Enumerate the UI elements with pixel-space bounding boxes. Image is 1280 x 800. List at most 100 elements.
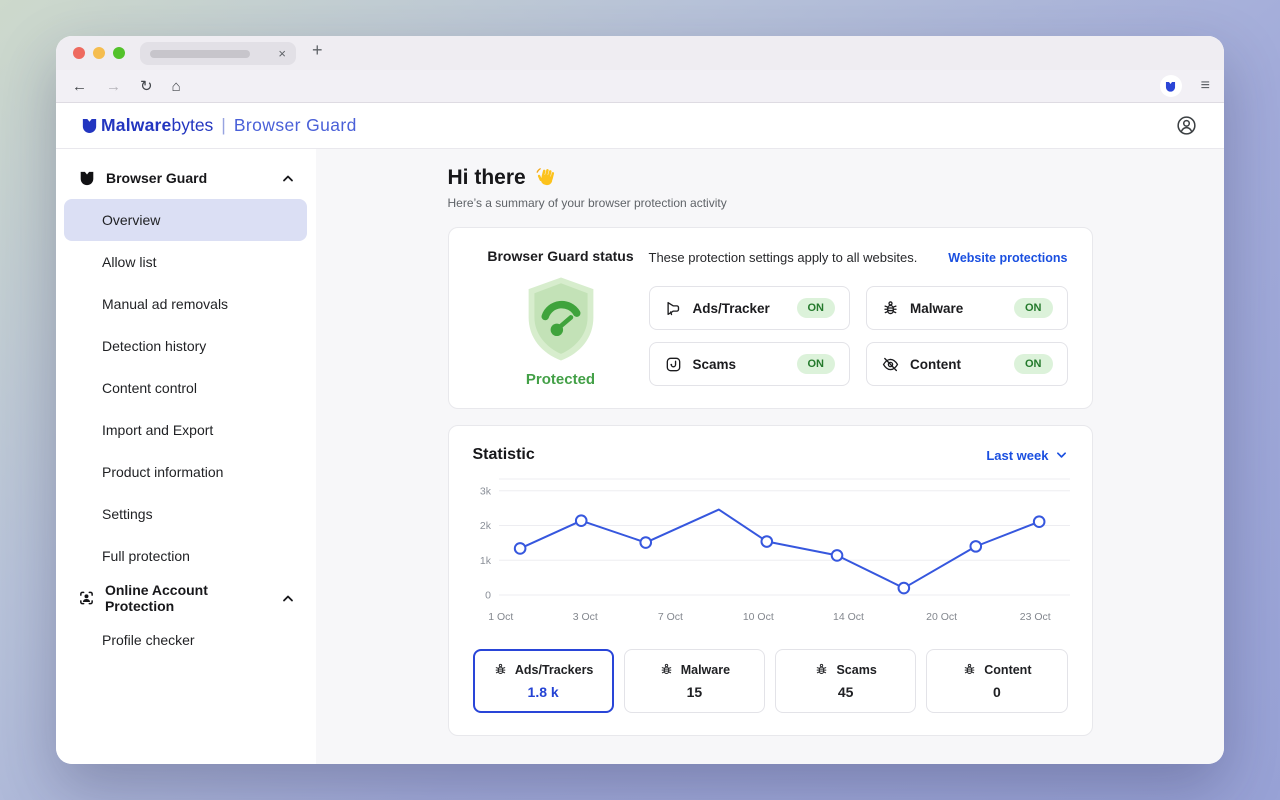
tile-label: Scams xyxy=(693,357,737,372)
sidebar-item-allow-list[interactable]: Allow list xyxy=(64,241,307,283)
range-dropdown[interactable]: Last week xyxy=(986,448,1067,463)
tile-scams[interactable]: Scams ON xyxy=(649,342,851,386)
chevron-down-icon xyxy=(1055,450,1068,461)
new-tab-button[interactable]: + xyxy=(312,40,323,61)
browser-window: × + ← → ↻ ⌂ ≡ Malwarebytes | Browser Gua… xyxy=(56,36,1224,764)
chevron-up-icon xyxy=(281,592,295,604)
chart-y-tick: 3k xyxy=(479,485,491,497)
bug-icon xyxy=(814,662,829,677)
browser-tab[interactable]: × xyxy=(140,42,296,65)
malwarebytes-m-icon xyxy=(78,169,96,187)
chart-y-tick: 1k xyxy=(479,555,491,567)
chart-data-point xyxy=(970,541,981,552)
bug-icon xyxy=(962,662,977,677)
chart-data-point xyxy=(640,537,651,548)
status-note: These protection settings apply to all w… xyxy=(649,250,918,265)
account-icon[interactable] xyxy=(1175,114,1198,137)
tile-content[interactable]: Content ON xyxy=(866,342,1068,386)
forward-icon[interactable]: → xyxy=(106,79,121,94)
on-badge: ON xyxy=(1014,354,1053,374)
statbox-scams[interactable]: Scams 45 xyxy=(775,649,916,713)
chart-data-point xyxy=(761,536,772,547)
chart-data-point xyxy=(1033,516,1044,527)
on-badge: ON xyxy=(1014,298,1053,318)
brand-name-regular: bytes xyxy=(171,115,213,136)
statbox-malware[interactable]: Malware 15 xyxy=(624,649,765,713)
sidebar-section-browser-guard[interactable]: Browser Guard xyxy=(56,157,316,199)
close-window-button[interactable] xyxy=(73,47,85,59)
sidebar-item-full-protection[interactable]: Full protection xyxy=(64,535,307,577)
protected-shield-icon xyxy=(521,275,601,363)
page-subtitle: Here’s a summary of your browser protect… xyxy=(448,196,1093,210)
statistic-card: Statistic Last week 3k2k1k0 1 Oct3 Oct7 … xyxy=(448,425,1093,736)
bug-icon xyxy=(493,662,508,677)
statbox-label: Content xyxy=(984,663,1031,677)
chart-x-tick: 3 Oct xyxy=(573,611,598,623)
statbox-value: 0 xyxy=(931,684,1062,700)
tile-ads-tracker[interactable]: Ads/Tracker ON xyxy=(649,286,851,330)
home-icon[interactable]: ⌂ xyxy=(172,79,181,94)
eye-off-icon xyxy=(881,355,900,374)
sidebar-item-manual-ad-removals[interactable]: Manual ad removals xyxy=(64,283,307,325)
statbox-label: Malware xyxy=(681,663,730,677)
bug-icon xyxy=(881,299,900,318)
sidebar-item-detection-history[interactable]: Detection history xyxy=(64,325,307,367)
chart-line xyxy=(520,510,1039,588)
chart-x-tick: 20 Oct xyxy=(926,611,957,623)
account-protection-icon xyxy=(78,589,95,607)
malwarebytes-extension-icon[interactable] xyxy=(1160,75,1182,97)
chevron-up-icon xyxy=(281,172,295,184)
chart-x-tick: 14 Oct xyxy=(833,611,864,623)
status-badge: Protected xyxy=(526,371,595,388)
range-label: Last week xyxy=(986,448,1048,463)
status-card: Browser Guard status Protected These p xyxy=(448,227,1093,409)
chart-y-tick: 0 xyxy=(485,590,491,600)
tile-label: Ads/Tracker xyxy=(693,301,770,316)
statbox-label: Ads/Trackers xyxy=(515,663,594,677)
status-card-title: Browser Guard status xyxy=(487,248,633,264)
sidebar-section-label: Online Account Protection xyxy=(105,582,271,614)
sidebar-item-settings[interactable]: Settings xyxy=(64,493,307,535)
product-name: Browser Guard xyxy=(234,115,357,136)
chart-y-tick: 2k xyxy=(479,520,491,532)
bug-icon xyxy=(659,662,674,677)
browser-toolbar: ← → ↻ ⌂ ≡ xyxy=(56,70,1224,103)
sidebar-section-online-account-protection[interactable]: Online Account Protection xyxy=(56,577,316,619)
sidebar-item-product-information[interactable]: Product information xyxy=(64,451,307,493)
statistic-title: Statistic xyxy=(473,446,535,464)
sidebar: Browser Guard Overview Allow list Manual… xyxy=(56,149,316,764)
malwarebytes-logo[interactable]: Malwarebytes | Browser Guard xyxy=(80,115,357,136)
tile-malware[interactable]: Malware ON xyxy=(866,286,1068,330)
sidebar-item-overview[interactable]: Overview xyxy=(64,199,307,241)
chart-x-tick: 23 Oct xyxy=(1020,611,1051,623)
brand-name-bold: Malware xyxy=(101,115,171,136)
sidebar-item-profile-checker[interactable]: Profile checker xyxy=(64,619,307,661)
waving-hand-icon xyxy=(535,166,559,190)
detections-chart: 3k2k1k0 1 Oct3 Oct7 Oct10 Oct14 Oct20 Oc… xyxy=(473,478,1068,625)
app-header: Malwarebytes | Browser Guard xyxy=(56,103,1224,149)
tab-title-placeholder xyxy=(150,50,250,58)
sidebar-item-content-control[interactable]: Content control xyxy=(64,367,307,409)
traffic-lights xyxy=(73,47,125,59)
chart-x-tick: 10 Oct xyxy=(743,611,774,623)
on-badge: ON xyxy=(797,298,836,318)
tab-close-icon[interactable]: × xyxy=(278,47,286,60)
on-badge: ON xyxy=(797,354,836,374)
sidebar-item-import-and-export[interactable]: Import and Export xyxy=(64,409,307,451)
phishing-hook-icon xyxy=(664,355,683,374)
back-icon[interactable]: ← xyxy=(72,79,87,94)
minimize-window-button[interactable] xyxy=(93,47,105,59)
maximize-window-button[interactable] xyxy=(113,47,125,59)
main-area: Hi there Here’s a summary of you xyxy=(316,149,1224,764)
reload-icon[interactable]: ↻ xyxy=(140,79,153,94)
website-protections-link[interactable]: Website protections xyxy=(948,251,1067,265)
tab-strip: × + xyxy=(56,36,1224,70)
sidebar-section-label: Browser Guard xyxy=(106,170,207,186)
tile-label: Malware xyxy=(910,301,963,316)
statbox-ads-trackers[interactable]: Ads/Trackers 1.8 k xyxy=(473,649,614,713)
statbox-value: 15 xyxy=(629,684,760,700)
statbox-content[interactable]: Content 0 xyxy=(926,649,1067,713)
browser-menu-icon[interactable]: ≡ xyxy=(1201,77,1210,95)
chart-data-point xyxy=(831,550,842,561)
chart-data-point xyxy=(898,583,909,594)
